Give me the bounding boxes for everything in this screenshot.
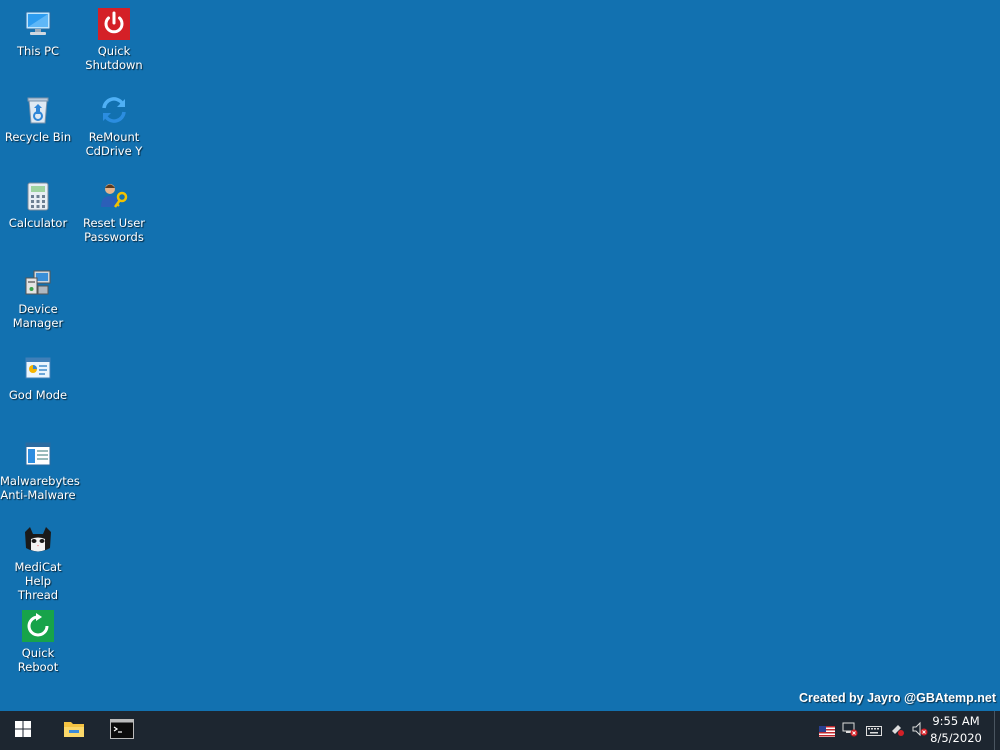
taskbar-clock[interactable]: 9:55 AM 8/5/2020 xyxy=(926,713,986,747)
network-disconnected-icon xyxy=(842,721,858,741)
desktop-icon-reset-user-passwords[interactable]: Reset User Passwords xyxy=(76,174,152,254)
usb-eject-icon xyxy=(889,721,905,741)
user-key-icon xyxy=(98,180,130,212)
desktop-icon-calculator[interactable]: Calculator xyxy=(0,174,76,254)
desktop-icon-label: God Mode xyxy=(8,388,68,402)
desktop-icon-god-mode[interactable]: God Mode xyxy=(0,346,76,426)
desktop-icon-label: Calculator xyxy=(8,216,68,230)
desktop-icon-label: Reset User Passwords xyxy=(83,216,145,244)
computer-icon xyxy=(22,8,54,40)
language-tray[interactable] xyxy=(819,723,835,739)
file-explorer-button[interactable] xyxy=(51,711,97,750)
calculator-icon xyxy=(22,180,54,212)
desktop: This PC Recycle Bin Calculator Device Ma… xyxy=(0,0,1000,711)
watermark-text: Created by Jayro @GBAtemp.net xyxy=(799,691,996,705)
desktop-icon-label: ReMount CdDrive Y xyxy=(85,130,143,158)
desktop-icon-malwarebytes[interactable]: Malwarebytes Anti-Malware xyxy=(0,432,80,512)
keyboard-icon xyxy=(866,722,882,741)
desktop-icon-device-manager[interactable]: Device Manager xyxy=(0,260,76,340)
window-app-icon xyxy=(22,438,54,470)
control-panel-icon xyxy=(22,352,54,384)
cat-icon xyxy=(22,524,54,556)
reboot-icon xyxy=(22,610,54,642)
desktop-icon-label: MediCat Help Thread xyxy=(14,560,62,602)
command-prompt-button[interactable] xyxy=(99,711,145,750)
desktop-icon-label: Device Manager xyxy=(12,302,64,330)
desktop-icon-medicat-help[interactable]: MediCat Help Thread xyxy=(0,518,76,602)
desktop-icon-quick-shutdown[interactable]: Quick Shutdown xyxy=(76,2,152,82)
windows-logo-icon xyxy=(15,720,31,741)
keyboard-tray[interactable] xyxy=(866,723,882,739)
safely-remove-tray[interactable] xyxy=(889,723,905,739)
desktop-icon-label: Recycle Bin xyxy=(4,130,72,144)
desktop-icon-label: Quick Reboot xyxy=(17,646,59,674)
clock-time: 9:55 AM xyxy=(932,714,980,728)
desktop-icon-label: Quick Shutdown xyxy=(85,44,143,72)
recycle-bin-icon xyxy=(22,94,54,126)
desktop-icon-quick-reboot[interactable]: Quick Reboot xyxy=(0,604,76,684)
us-flag-icon xyxy=(819,722,835,741)
desktop-icon-remount-cddrive[interactable]: ReMount CdDrive Y xyxy=(76,88,152,168)
power-icon xyxy=(98,8,130,40)
start-button[interactable] xyxy=(0,711,46,750)
show-desktop-button[interactable] xyxy=(994,711,1000,750)
device-manager-icon xyxy=(22,266,54,298)
folder-icon xyxy=(63,719,85,743)
clock-date: 8/5/2020 xyxy=(930,731,982,745)
desktop-icon-this-pc[interactable]: This PC xyxy=(0,2,76,82)
command-prompt-icon xyxy=(110,718,134,743)
taskbar: 9:55 AM 8/5/2020 xyxy=(0,711,1000,750)
network-tray[interactable] xyxy=(842,721,858,741)
desktop-icon-label: This PC xyxy=(16,44,60,58)
refresh-icon xyxy=(98,94,130,126)
desktop-icon-recycle-bin[interactable]: Recycle Bin xyxy=(0,88,76,168)
desktop-icon-label: Malwarebytes Anti-Malware xyxy=(0,474,80,502)
